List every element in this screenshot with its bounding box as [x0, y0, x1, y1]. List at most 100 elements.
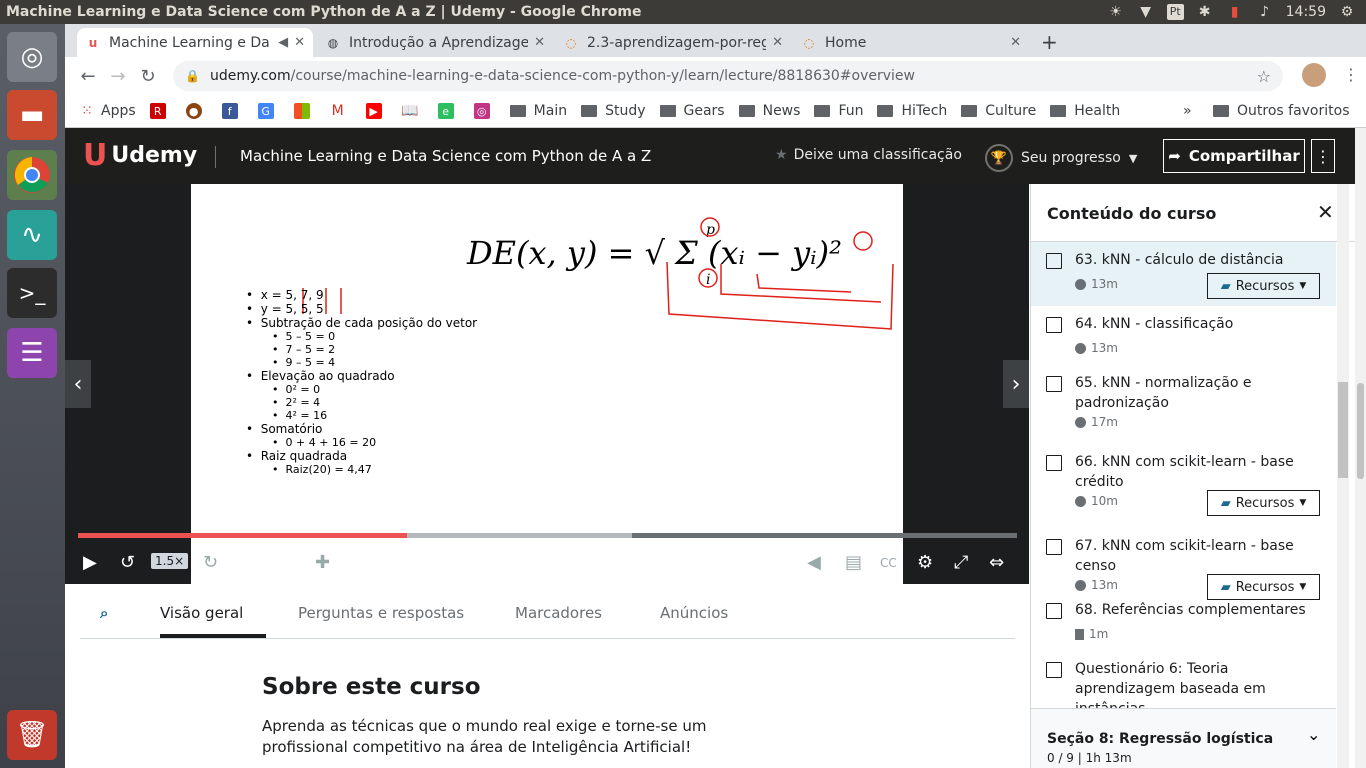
- progress-dropdown[interactable]: 🏆 Seu progresso ▼: [985, 144, 1137, 172]
- trash-icon[interactable]: 🗑: [7, 710, 57, 760]
- previous-lecture-button[interactable]: ‹: [65, 360, 91, 408]
- browser-tab-intro[interactable]: ◍ Introdução a Aprendizage ✕: [317, 28, 553, 57]
- volume-icon[interactable]: ♪: [1256, 0, 1274, 24]
- new-tab-button[interactable]: +: [1041, 30, 1058, 54]
- close-tab-icon[interactable]: ✕: [534, 35, 545, 50]
- video-player[interactable]: DE(x, y) = √ Σ (xᵢ − yᵢ)² p i • x = 5, 7…: [65, 184, 1029, 584]
- bookmark-youtube[interactable]: ▶: [365, 103, 388, 119]
- reload-icon[interactable]: ↻: [133, 66, 163, 87]
- power-icon[interactable]: ⚙: [1338, 0, 1356, 24]
- brightness-icon[interactable]: ☀: [1107, 0, 1125, 24]
- browser-tab-udemy[interactable]: u Machine Learning e Da ◀ ✕: [77, 28, 313, 57]
- lock-icon[interactable]: 🔒: [185, 69, 200, 83]
- bookmark-evernote[interactable]: e: [437, 103, 460, 119]
- search-icon[interactable]: ⌕: [100, 604, 108, 622]
- theater-mode-icon[interactable]: ⇔: [989, 552, 1004, 573]
- bluetooth-icon[interactable]: ✱: [1196, 0, 1214, 24]
- lecture-checkbox[interactable]: [1046, 317, 1062, 333]
- bookmark-star-icon[interactable]: ☆: [1257, 67, 1271, 86]
- lecture-item[interactable]: 66. kNN com scikit-learn - base crédito 1…: [1031, 444, 1336, 528]
- add-bookmark-icon[interactable]: ✚: [315, 552, 330, 573]
- lecture-checkbox[interactable]: [1046, 603, 1062, 619]
- lecture-item[interactable]: 64. kNN - classificação 13m: [1031, 306, 1336, 365]
- bookmark-ball[interactable]: ●: [185, 103, 208, 119]
- bookmark-instagram[interactable]: ◎: [473, 103, 496, 119]
- text-editor-icon[interactable]: ☰: [7, 328, 57, 378]
- tab-qa[interactable]: Perguntas e respostas: [298, 604, 464, 622]
- lecture-checkbox[interactable]: [1046, 539, 1062, 555]
- close-tab-icon[interactable]: ✕: [294, 35, 305, 50]
- tab-bookmarks[interactable]: Marcadores: [515, 604, 602, 622]
- speaker-icon[interactable]: ◀: [278, 35, 288, 50]
- chrome-menu-icon[interactable]: ⋮: [1343, 65, 1359, 84]
- video-progress-bar[interactable]: [78, 533, 1017, 538]
- bookmark-folder-culture[interactable]: Culture: [961, 103, 1036, 119]
- battery-icon[interactable]: ▮: [1226, 0, 1244, 24]
- lecture-checkbox[interactable]: [1046, 662, 1062, 678]
- volume-icon[interactable]: ◀: [807, 552, 821, 573]
- wifi-icon[interactable]: ▼: [1137, 0, 1155, 24]
- playback-speed-button[interactable]: 1.5×: [151, 553, 189, 569]
- next-lecture-button[interactable]: ›: [1003, 360, 1029, 408]
- play-icon[interactable]: ▶: [83, 552, 97, 573]
- bookmark-apps[interactable]: ⁙ Apps: [79, 103, 136, 119]
- sidebar-scroll-thumb[interactable]: [1338, 382, 1348, 478]
- lecture-item[interactable]: 63. kNN - cálculo de distância 13m ▰ Recurs…: [1031, 242, 1336, 306]
- rewind-icon[interactable]: ↺: [120, 552, 135, 573]
- bookmark-folder-news[interactable]: News: [738, 103, 800, 119]
- page-scroll-thumb[interactable]: [1357, 383, 1364, 479]
- other-bookmarks[interactable]: Outros favoritos: [1213, 103, 1350, 119]
- lecture-item[interactable]: 67. kNN com scikit-learn - base censo 13m…: [1031, 528, 1336, 600]
- close-tab-icon[interactable]: ✕: [1010, 35, 1021, 50]
- lecture-checkbox[interactable]: [1046, 253, 1062, 269]
- forward-icon[interactable]: →: [103, 66, 133, 87]
- lecture-item[interactable]: Questionário 6: Teoria aprendizagem base…: [1031, 651, 1336, 717]
- fullscreen-icon[interactable]: ⤢: [954, 552, 968, 573]
- bookmark-microsoft[interactable]: [293, 103, 316, 119]
- transcript-icon[interactable]: ▤: [845, 552, 862, 573]
- rate-course-button[interactable]: ★ Deixe uma classificação: [775, 147, 962, 163]
- terminal-icon[interactable]: >_: [7, 268, 57, 318]
- bookmark-translate[interactable]: G: [257, 103, 280, 119]
- settings-icon[interactable]: ⚙: [917, 552, 933, 573]
- lecture-item[interactable]: 68. Referências complementares 1m: [1031, 592, 1336, 651]
- keyboard-layout-indicator[interactable]: Pt: [1166, 4, 1184, 20]
- close-tab-icon[interactable]: ✕: [772, 35, 783, 50]
- bookmark-book[interactable]: 📖: [401, 103, 424, 119]
- tab-overview[interactable]: Visão geral: [160, 604, 243, 622]
- captions-icon[interactable]: CC: [880, 556, 897, 570]
- share-button[interactable]: ➦ Compartilhar: [1163, 139, 1305, 173]
- bookmark-folder-main[interactable]: Main: [509, 103, 567, 119]
- profile-avatar[interactable]: [1302, 63, 1326, 87]
- bookmark-folder-hitech[interactable]: HiTech: [877, 103, 947, 119]
- forward-icon[interactable]: ↻: [203, 552, 218, 573]
- more-options-button[interactable]: ⋮: [1311, 139, 1335, 173]
- bookmark-r[interactable]: R: [149, 103, 172, 119]
- lecture-checkbox[interactable]: [1046, 376, 1062, 392]
- clock[interactable]: 14:59: [1286, 0, 1326, 24]
- address-bar[interactable]: 🔒 udemy.com/course/machine-learning-e-da…: [173, 61, 1283, 91]
- bookmark-folder-health[interactable]: Health: [1050, 103, 1120, 119]
- bookmark-folder-gears[interactable]: Gears: [659, 103, 725, 119]
- bookmarks-overflow-button[interactable]: »: [1183, 103, 1192, 119]
- ubuntu-logo-icon[interactable]: ◎: [7, 32, 57, 82]
- close-icon[interactable]: ✕: [1317, 200, 1334, 224]
- bookmark-folder-study[interactable]: Study: [581, 103, 646, 119]
- bookmark-folder-fun[interactable]: Fun: [814, 103, 863, 119]
- lecture-item[interactable]: 65. kNN - normalização e padronização 17m: [1031, 365, 1336, 444]
- lecture-checkbox[interactable]: [1046, 455, 1062, 471]
- chrome-icon[interactable]: [7, 150, 57, 200]
- browser-tab-home[interactable]: ◌ Home ✕: [793, 28, 1029, 57]
- back-icon[interactable]: ←: [73, 66, 103, 87]
- system-monitor-icon[interactable]: ∿: [7, 210, 57, 260]
- course-title[interactable]: Machine Learning e Data Science com Pyth…: [240, 147, 651, 165]
- files-icon[interactable]: ▬: [7, 90, 57, 140]
- udemy-logo[interactable]: U Udemy: [83, 138, 197, 173]
- bookmark-facebook[interactable]: f: [221, 103, 244, 119]
- browser-tab-aprendizagem[interactable]: ◌ 2.3-aprendizagem-por-reg ✕: [555, 28, 791, 57]
- resources-button[interactable]: ▰ Recursos ▼: [1207, 273, 1320, 299]
- section-header[interactable]: Seção 8: Regressão logística 0 / 9 | 1h …: [1031, 708, 1336, 768]
- tab-announcements[interactable]: Anúncios: [660, 604, 728, 622]
- resources-button[interactable]: ▰ Recursos ▼: [1207, 490, 1320, 516]
- bookmark-gmail[interactable]: M: [330, 103, 352, 119]
